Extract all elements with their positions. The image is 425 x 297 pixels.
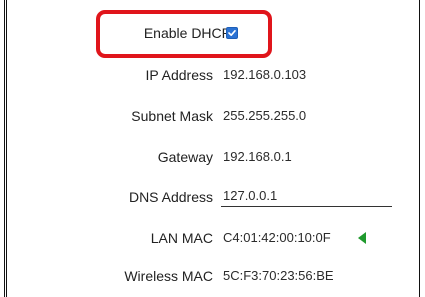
dns-address-label: DNS Address	[128, 189, 213, 205]
ip-address-label: IP Address	[145, 67, 213, 83]
left-triangle-icon[interactable]	[358, 232, 366, 244]
wireless-mac-row: Wireless MAC 5C:F3:70:23:56:BE	[0, 266, 425, 286]
dhcp-label: Enable DHCP	[143, 25, 231, 41]
dhcp-row: Enable DHCP	[0, 23, 425, 43]
subnet-mask-value: 255.255.255.0	[223, 108, 307, 123]
gateway-row: Gateway 192.168.0.1	[0, 147, 425, 167]
wireless-mac-label: Wireless MAC	[124, 268, 213, 284]
gateway-label: Gateway	[157, 149, 213, 165]
lan-mac-label: LAN MAC	[150, 230, 213, 246]
subnet-mask-label: Subnet Mask	[131, 108, 213, 124]
gateway-value: 192.168.0.1	[223, 149, 292, 164]
dhcp-checkbox[interactable]	[226, 27, 238, 39]
checkmark-icon	[228, 30, 236, 36]
wireless-mac-value: 5C:F3:70:23:56:BE	[223, 268, 334, 283]
ip-address-value: 192.168.0.103	[223, 67, 307, 82]
dns-address-input[interactable]	[221, 185, 392, 207]
lan-mac-value: C4:01:42:00:10:0F	[223, 230, 331, 245]
ip-address-row: IP Address 192.168.0.103	[0, 65, 425, 85]
subnet-mask-row: Subnet Mask 255.255.255.0	[0, 106, 425, 126]
